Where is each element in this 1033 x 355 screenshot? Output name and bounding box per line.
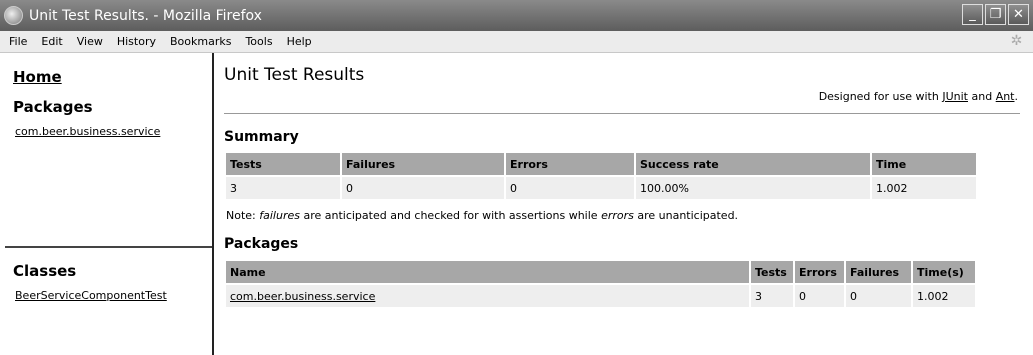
designed-prefix: Designed for use with — [818, 90, 943, 103]
note-failures: failures — [259, 209, 300, 222]
minimize-icon: _ — [969, 7, 976, 22]
designed-suffix: . — [1014, 90, 1019, 103]
designed-for-text: Designed for use with JUnit and Ant. — [819, 90, 1018, 103]
note-part-1: Note: — [226, 209, 260, 222]
throbber-icon: ✲ — [1010, 33, 1023, 49]
summary-row: 3 0 0 100.00% 1.002 — [226, 177, 976, 199]
menu-bar: File Edit View History Bookmarks Tools H… — [0, 31, 1033, 53]
menu-history[interactable]: History — [117, 35, 156, 48]
summary-header-failures: Failures — [342, 153, 504, 175]
packages-table: Name Tests Errors Failures Time(s) com.b… — [224, 259, 977, 309]
packages-heading: Packages — [13, 98, 93, 116]
packages-header-errors: Errors — [795, 261, 844, 283]
menu-view[interactable]: View — [77, 35, 103, 48]
summary-heading: Summary — [224, 129, 299, 145]
title-rule — [224, 113, 1020, 114]
note-part-3: are unanticipated. — [633, 209, 739, 222]
designed-and: and — [967, 90, 996, 103]
package-failures: 0 — [846, 285, 911, 307]
summary-failures: 0 — [342, 177, 504, 199]
package-time: 1.002 — [913, 285, 975, 307]
page-title: Unit Test Results — [224, 65, 365, 85]
summary-table: Tests Failures Errors Success rate Time … — [224, 151, 978, 201]
package-tests: 3 — [751, 285, 793, 307]
table-row: com.beer.business.service 3 0 0 1.002 — [226, 285, 975, 307]
summary-header-time: Time — [872, 153, 976, 175]
summary-header-row: Tests Failures Errors Success rate Time — [226, 153, 976, 175]
maximize-icon: ❐ — [989, 7, 1002, 22]
menu-tools[interactable]: Tools — [245, 35, 272, 48]
close-icon: ✕ — [1013, 7, 1024, 22]
class-link[interactable]: BeerServiceComponentTest — [15, 289, 167, 302]
window-titlebar: Unit Test Results. - Mozilla Firefox _ ❐… — [0, 0, 1033, 31]
summary-header-success-rate: Success rate — [636, 153, 870, 175]
menu-file[interactable]: File — [9, 35, 27, 48]
packages-section-heading: Packages — [224, 236, 299, 252]
note-errors: errors — [601, 209, 634, 222]
packages-header-time: Time(s) — [913, 261, 975, 283]
note-part-2: are anticipated and checked for with ass… — [299, 209, 602, 222]
packages-header-failures: Failures — [846, 261, 911, 283]
menu-edit[interactable]: Edit — [41, 35, 62, 48]
note-text: Note: failures are anticipated and check… — [226, 209, 738, 222]
ant-link[interactable]: Ant — [996, 90, 1015, 103]
package-name-cell: com.beer.business.service — [226, 285, 749, 307]
junit-link[interactable]: JUnit — [942, 90, 968, 103]
packages-header-tests: Tests — [751, 261, 793, 283]
main-frame: Unit Test Results Designed for use with … — [214, 53, 1033, 355]
menu-help[interactable]: Help — [287, 35, 312, 48]
package-name-link[interactable]: com.beer.business.service — [230, 290, 375, 303]
summary-tests: 3 — [226, 177, 340, 199]
summary-header-errors: Errors — [506, 153, 634, 175]
summary-success-rate: 100.00% — [636, 177, 870, 199]
firefox-icon — [4, 6, 23, 25]
package-link[interactable]: com.beer.business.service — [15, 125, 160, 138]
minimize-button[interactable]: _ — [962, 4, 983, 25]
window-title: Unit Test Results. - Mozilla Firefox — [29, 7, 262, 24]
menu-bookmarks[interactable]: Bookmarks — [170, 35, 231, 48]
maximize-button[interactable]: ❐ — [985, 4, 1006, 25]
close-button[interactable]: ✕ — [1008, 4, 1029, 25]
packages-header-row: Name Tests Errors Failures Time(s) — [226, 261, 975, 283]
summary-header-tests: Tests — [226, 153, 340, 175]
home-link[interactable]: Home — [13, 68, 62, 86]
frame-divider[interactable] — [5, 246, 212, 248]
package-errors: 0 — [795, 285, 844, 307]
packages-header-name: Name — [226, 261, 749, 283]
summary-errors: 0 — [506, 177, 634, 199]
left-frame: Home Packages com.beer.business.service … — [0, 53, 212, 355]
classes-heading: Classes — [13, 262, 77, 280]
summary-time: 1.002 — [872, 177, 976, 199]
